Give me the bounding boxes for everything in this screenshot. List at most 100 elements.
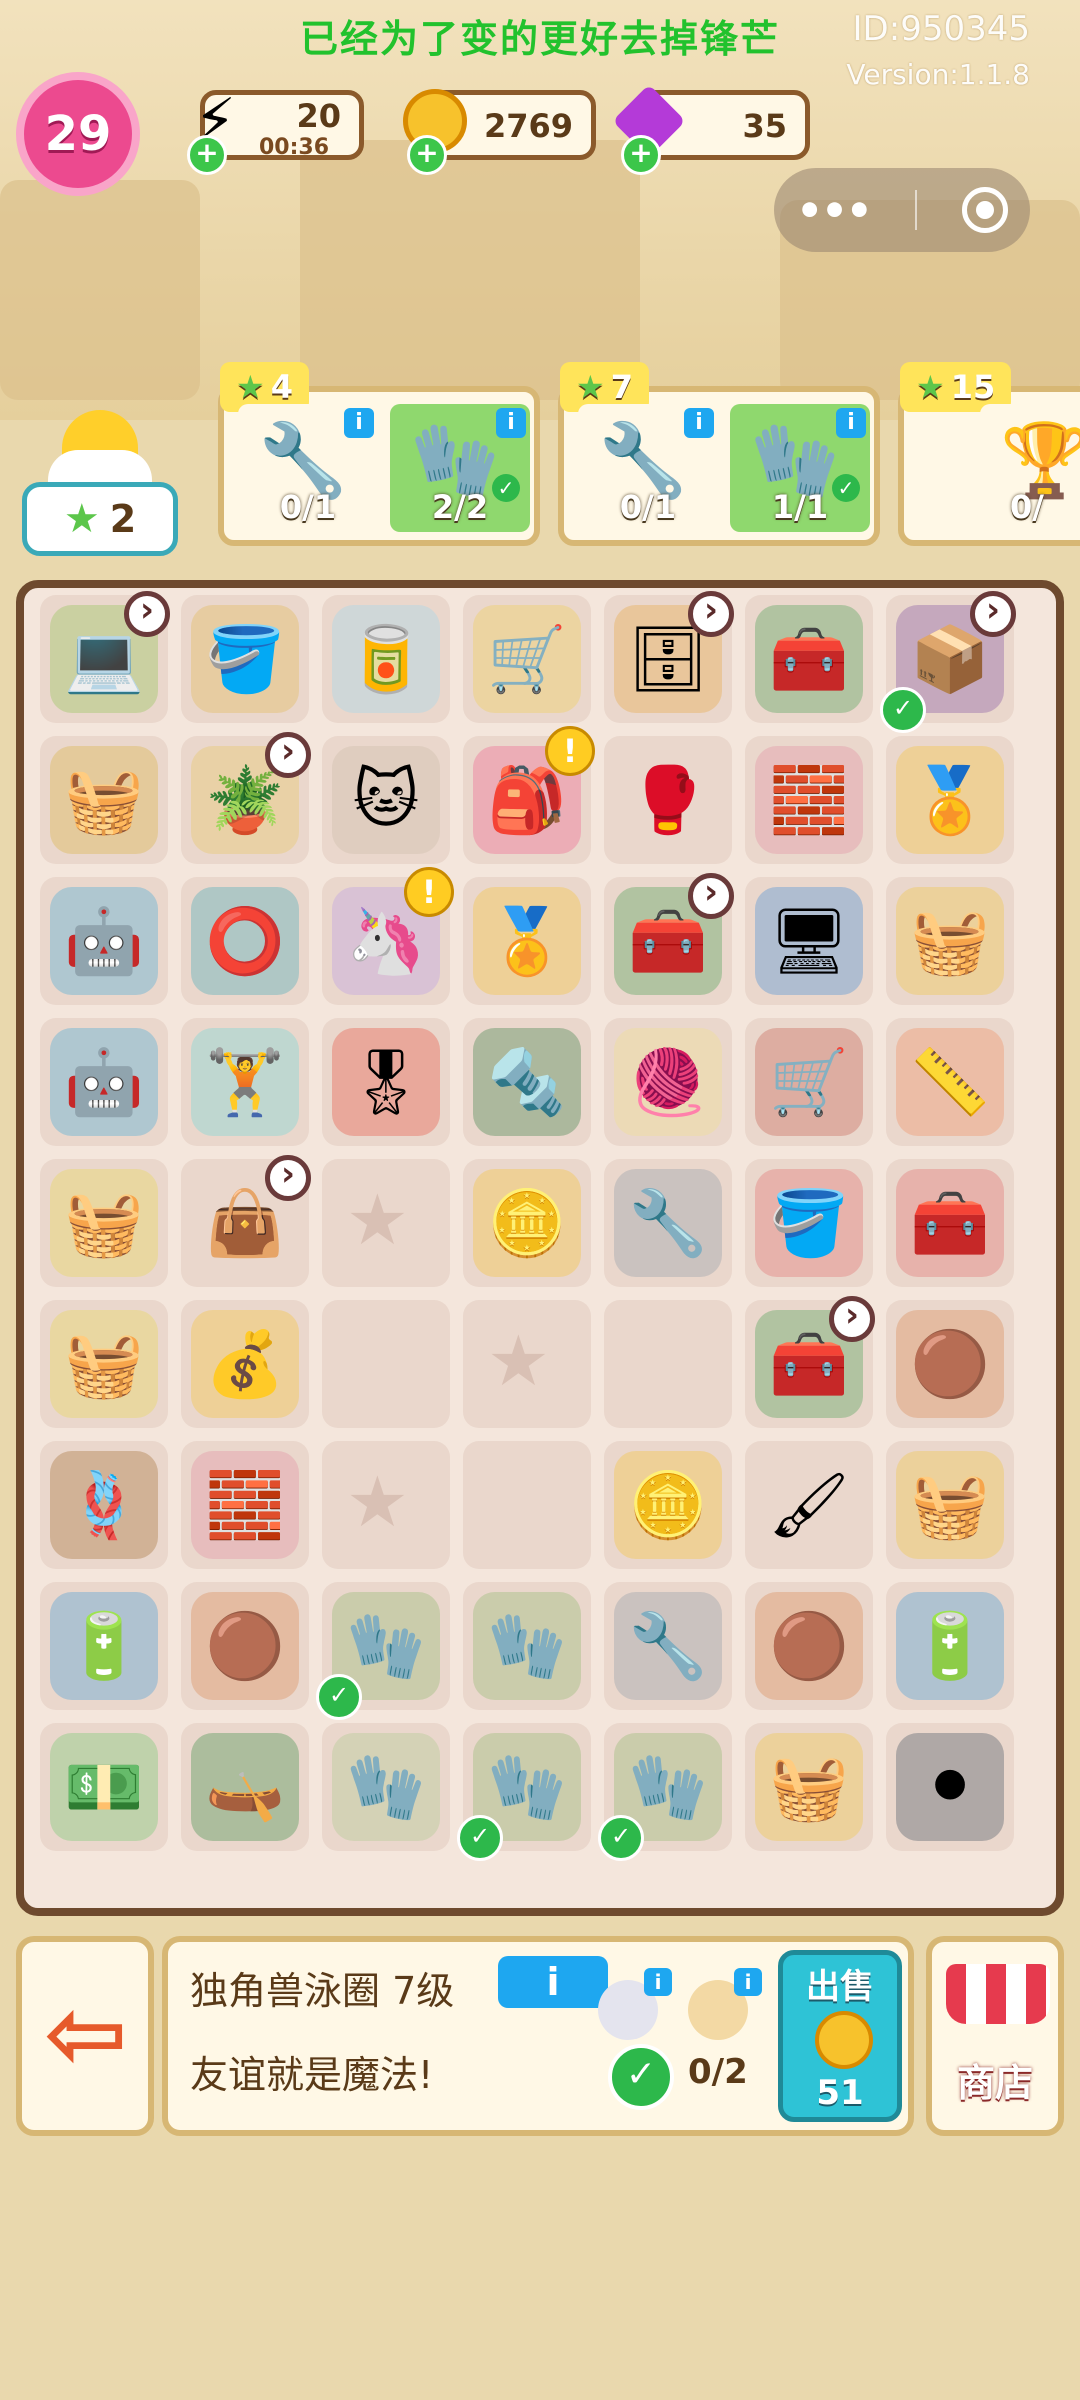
yarn-icon[interactable]: 🧶 xyxy=(614,1028,722,1136)
board-cell[interactable]: 🐱 xyxy=(322,736,450,864)
gem-counter[interactable]: + 35 xyxy=(612,84,810,175)
order-item-slot[interactable]: 🔧 i 0/1 xyxy=(578,404,718,532)
board-cell[interactable] xyxy=(463,1441,591,1569)
board-cell[interactable]: ⭕ xyxy=(181,877,309,1005)
cart-icon[interactable]: 🛒 xyxy=(473,605,581,713)
add-gems-icon[interactable]: + xyxy=(621,135,661,175)
tape-measure-icon[interactable]: 📏 xyxy=(896,1028,1004,1136)
wrench-icon[interactable]: 🔧 xyxy=(614,1169,722,1277)
board-cell[interactable]: 🧰 xyxy=(745,1295,875,1428)
hula-hoop-icon[interactable]: ⭕ xyxy=(191,887,299,995)
robot-vacuum-icon[interactable]: 🤖 xyxy=(50,887,158,995)
tool-tray-icon[interactable]: 🧰 xyxy=(896,1169,1004,1277)
board-cell[interactable]: 🧰 xyxy=(886,1159,1014,1287)
board-cell[interactable]: 🗄 xyxy=(604,590,734,723)
dumbbell-icon[interactable]: 🏋 xyxy=(191,1028,299,1136)
board-cell[interactable] xyxy=(604,1300,732,1428)
board-cell[interactable]: 🖌 xyxy=(745,1441,873,1569)
tool-basket-icon[interactable]: 🧺 xyxy=(50,1310,158,1418)
board-cell[interactable]: 🥫 xyxy=(322,595,450,723)
flower-basket-icon[interactable]: 🧺 xyxy=(50,746,158,854)
tool-basket-icon[interactable]: 🧺 xyxy=(50,1169,158,1277)
board-cell[interactable]: 🔧 xyxy=(604,1159,732,1287)
board-cell[interactable]: 💻 xyxy=(40,590,170,723)
info-icon[interactable]: i xyxy=(836,408,866,438)
board-cell[interactable]: 🧤 ✓ xyxy=(316,1582,450,1720)
board-cell[interactable]: 🪣 xyxy=(181,595,309,723)
board-cell[interactable]: 🧤 ✓ xyxy=(457,1723,591,1861)
order-card[interactable]: ★ 7 🔧 i 0/1 🧤 i ✓ 1/1 xyxy=(558,362,880,546)
coin-pile-icon[interactable]: 💰 xyxy=(191,1310,299,1418)
gloves-icon[interactable]: 🧤 xyxy=(473,1592,581,1700)
player-avatar[interactable]: ★ 2 xyxy=(22,410,178,556)
coins-icon[interactable]: 🪙 xyxy=(473,1169,581,1277)
info-icon[interactable]: i xyxy=(734,1968,762,1996)
board-cell[interactable]: 🪴 xyxy=(181,731,311,864)
close-target-icon[interactable] xyxy=(961,187,1008,233)
board-cell[interactable] xyxy=(322,1300,450,1428)
board-cell[interactable]: ★ xyxy=(322,1441,450,1569)
capacitor-icon[interactable]: 🔋 xyxy=(896,1592,1004,1700)
add-coins-icon[interactable]: + xyxy=(407,135,447,175)
board-cell[interactable]: ★ xyxy=(463,1300,591,1428)
pipe-icon[interactable]: 🔩 xyxy=(473,1028,581,1136)
wrench-icon[interactable]: 🔧 xyxy=(614,1592,722,1700)
board-cell[interactable]: 👜 xyxy=(181,1154,311,1287)
board-cell[interactable]: 🦄! xyxy=(322,867,454,1005)
bucket-icon[interactable]: 🪣 xyxy=(191,605,299,713)
board-cell[interactable]: 🎖 xyxy=(322,1018,450,1146)
exit-button[interactable]: ⇦ xyxy=(16,1936,154,2136)
board-cell[interactable]: 🧺 xyxy=(40,1159,168,1287)
cash-icon[interactable]: 💵 xyxy=(50,1733,158,1841)
bricks-icon[interactable]: 🧱 xyxy=(191,1451,299,1559)
capacitor-icon[interactable]: 🔋 xyxy=(50,1592,158,1700)
info-icon[interactable]: i xyxy=(644,1968,672,1996)
board-cell[interactable]: 🧺 xyxy=(886,877,1014,1005)
board-cell[interactable]: 🪙 xyxy=(604,1441,732,1569)
basket-icon[interactable]: 🧺 xyxy=(755,1733,863,1841)
glove-icon[interactable]: 🧤 xyxy=(332,1733,440,1841)
board-cell[interactable]: 🔋 xyxy=(886,1582,1014,1710)
tool-bucket-icon[interactable]: 🪣 xyxy=(755,1169,863,1277)
board-cell[interactable]: 🏅 xyxy=(886,736,1014,864)
board-cell[interactable]: 🧱 xyxy=(181,1441,309,1569)
paint-roller-icon[interactable]: 🖌 xyxy=(755,1451,863,1559)
order-item-slot[interactable]: 🧤 i ✓ 2/2 xyxy=(390,404,530,532)
board-cell[interactable]: ★ xyxy=(322,1159,450,1287)
board-cell[interactable]: 🧺 xyxy=(40,736,168,864)
board-cell[interactable]: 🔧 xyxy=(604,1582,732,1710)
board-cell[interactable]: 🧰 xyxy=(604,872,734,1005)
board-cell[interactable]: 🛶 xyxy=(181,1723,309,1851)
shop-button[interactable]: 商店 xyxy=(926,1936,1064,2136)
board-cell[interactable]: 🟤 xyxy=(745,1582,873,1710)
robot-vacuum-icon[interactable]: 🤖 xyxy=(50,1028,158,1136)
add-energy-icon[interactable]: + xyxy=(187,135,227,175)
more-icon[interactable]: ••• xyxy=(796,186,873,235)
board-cell[interactable]: 🪙 xyxy=(463,1159,591,1287)
board-cell[interactable]: 🧺 xyxy=(745,1723,873,1851)
basket-icon[interactable]: 🧺 xyxy=(896,887,1004,995)
board-cell[interactable]: 🪣 xyxy=(745,1159,873,1287)
cpu-chip-icon[interactable]: 🖥 xyxy=(755,887,863,995)
coin-icon[interactable]: 🪙 xyxy=(614,1451,722,1559)
board-cell[interactable]: 🟤 xyxy=(181,1582,309,1710)
board-cell[interactable]: 🧰 xyxy=(745,595,873,723)
info-icon[interactable]: i xyxy=(684,408,714,438)
board-cell[interactable]: 🛒 xyxy=(745,1018,873,1146)
board-cell[interactable]: 📦✓ xyxy=(880,590,1016,733)
board-cell[interactable]: 🧺 xyxy=(886,1441,1014,1569)
medal-icon[interactable]: 🏅 xyxy=(473,887,581,995)
board-cell[interactable]: 🧤 xyxy=(463,1582,591,1710)
basket-icon[interactable]: 🧺 xyxy=(896,1451,1004,1559)
board-cell[interactable]: 💰 xyxy=(181,1300,309,1428)
board-cell[interactable]: 🔩 xyxy=(463,1018,591,1146)
coin-counter[interactable]: + 2769 xyxy=(403,89,596,175)
level-badge[interactable]: 29 xyxy=(16,72,140,196)
cat-float-icon[interactable]: 🐱 xyxy=(332,746,440,854)
board-cell[interactable]: 🧶 xyxy=(604,1018,732,1146)
board-cell[interactable]: 🧤 xyxy=(322,1723,450,1851)
order-item-slot[interactable]: 🔧 i 0/1 xyxy=(238,404,378,532)
board-cell[interactable]: 🧱 xyxy=(745,736,873,864)
board-cell[interactable]: 🧤 ✓ xyxy=(598,1723,732,1861)
energy-counter[interactable]: ⚡ + 20 00:36 xyxy=(187,86,364,175)
